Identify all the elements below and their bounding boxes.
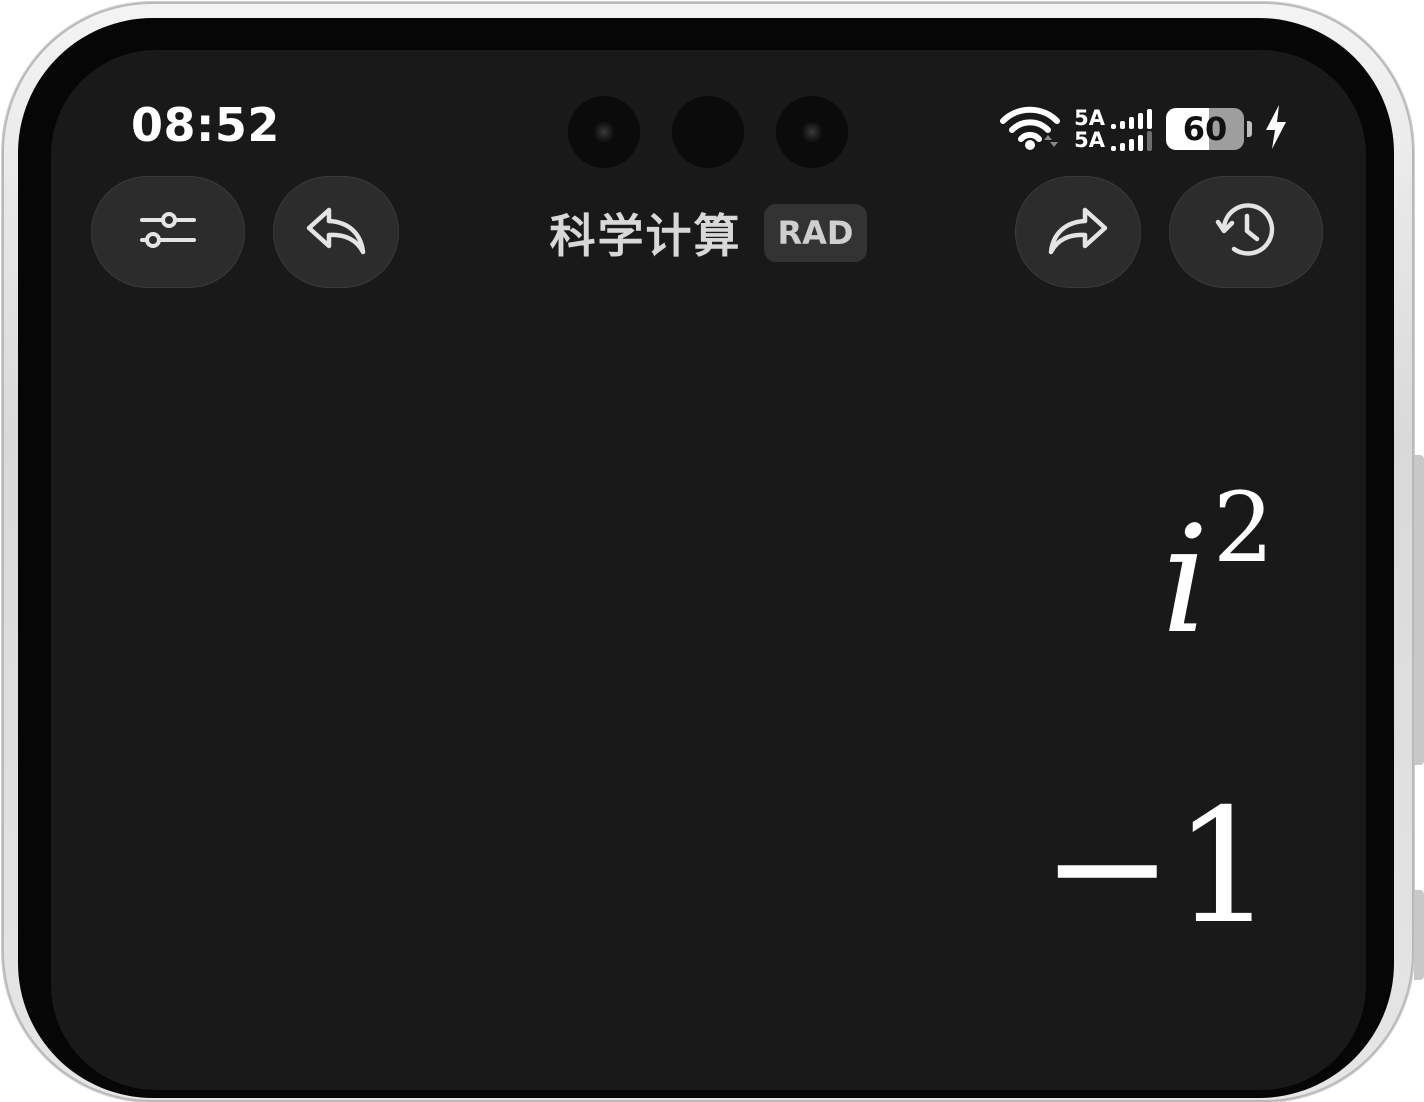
page-title: 科学计算 xyxy=(549,209,742,263)
expression-display: i2 xyxy=(1162,480,1274,654)
camera-center xyxy=(672,96,744,168)
history-button[interactable] xyxy=(1169,176,1323,288)
status-indicators: 5A 5A 60 xyxy=(1000,104,1288,154)
history-clock-icon xyxy=(1214,198,1278,266)
power-button xyxy=(1414,890,1424,980)
battery-level: 60 xyxy=(1182,110,1228,148)
signal-bars-icon: 5A 5A xyxy=(1074,107,1152,151)
volume-button xyxy=(1414,455,1424,765)
redo-icon xyxy=(1047,204,1109,260)
camera-right xyxy=(776,96,848,168)
status-time: 08:52 xyxy=(131,98,280,152)
charging-bolt-icon xyxy=(1264,105,1288,153)
result-display: −1 xyxy=(1041,775,1274,959)
wifi-icon xyxy=(1000,104,1061,154)
battery-icon: 60 xyxy=(1166,108,1252,150)
calculator-screen: 08:52 5A 5A 60 科学计算 RAD i2 −1 xyxy=(51,50,1366,1090)
expression-exponent: 2 xyxy=(1212,472,1274,584)
camera-left xyxy=(568,96,640,168)
redo-button[interactable] xyxy=(1015,176,1141,288)
network-1-label: 5A xyxy=(1074,106,1105,130)
angle-mode-badge[interactable]: RAD xyxy=(763,204,868,262)
expression-base: i xyxy=(1161,494,1209,666)
network-2-label: 5A xyxy=(1074,128,1105,152)
